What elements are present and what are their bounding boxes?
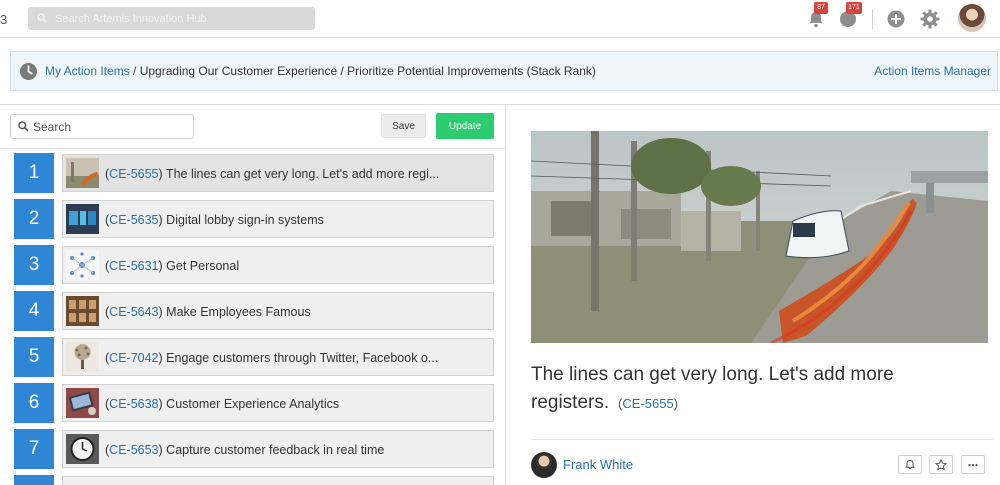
save-button[interactable]: Save [381,114,426,138]
rank-number[interactable]: 6 [14,383,54,423]
list-search[interactable] [10,114,194,139]
rank-number[interactable]: 7 [14,429,54,469]
list-divider [0,148,506,149]
breadcrumb-bar: My Action Items / Upgrading Our Customer… [10,51,998,91]
rank-row[interactable]: 5 (CE-7042) Engage customers through Twi… [14,337,494,377]
breadcrumb-current: Prioritize Potential Improvements (Stack… [347,64,596,78]
item-title: Get Personal [162,259,240,273]
item-label: (CE-5655) The lines can get very long. L… [105,167,439,181]
list-search-input[interactable] [33,115,189,138]
gear-icon [920,9,940,29]
detail-title: The lines can get very long. Let's add m… [531,361,971,418]
breadcrumb-separator: / [129,64,140,78]
rank-row[interactable]: 7 (CE-5653) Capture customer feedback in… [14,429,494,469]
detail-id-link[interactable]: CE-5655 [622,396,673,411]
item-title: Digital lobby sign-in systems [162,213,324,227]
rank-number[interactable]: 5 [14,337,54,377]
messages-button[interactable]: 171 [838,2,862,30]
settings-button[interactable] [919,8,941,30]
rank-row-partial[interactable] [14,475,494,485]
app-logo-fragment: 3 [0,12,8,27]
rank-number[interactable] [14,475,54,485]
item-id-link[interactable]: CE-5631 [109,259,158,273]
item-label: (CE-5638) Customer Experience Analytics [105,397,339,411]
item-label: (CE-5635) Digital lobby sign-in systems [105,213,324,227]
owner-divider [531,439,993,440]
item-thumbnail [66,204,99,234]
owner-name-link[interactable]: Frank White [563,457,633,472]
bell-outline-icon [904,459,916,470]
hero-image [531,131,988,343]
item-title: Capture customer feedback in real time [162,443,385,457]
follow-button[interactable] [898,455,922,474]
item-thumbnail [66,296,99,326]
item-label: (CE-5653) Capture customer feedback in r… [105,443,384,457]
create-button[interactable] [886,8,908,30]
rank-row[interactable]: 4 (CE-5643) Make Employees Famous [14,291,494,331]
item-label: (CE-5643) Make Employees Famous [105,305,311,319]
item-id-link[interactable]: CE-5643 [109,305,158,319]
item-title: Make Employees Famous [162,305,311,319]
item-label: (CE-5631) Get Personal [105,259,239,273]
rank-row[interactable]: 2 (CE-5635) Digital lobby sign-in system… [14,199,494,239]
rank-card[interactable] [62,476,494,485]
notifications-badge: 87 [814,2,828,14]
item-thumbnail [66,434,99,464]
rank-row[interactable]: 3 (CE-5631) Get Personal [14,245,494,285]
item-id-link[interactable]: CE-5653 [109,443,158,457]
item-thumbnail [66,388,99,418]
rank-row[interactable]: 1 (CE-5655) The lines can get very long.… [14,153,494,193]
more-actions-button[interactable] [961,455,985,474]
rank-card[interactable]: (CE-5635) Digital lobby sign-in systems [62,200,494,238]
detail-panel: The lines can get very long. Let's add m… [507,105,1000,485]
rank-card[interactable]: (CE-5638) Customer Experience Analytics [62,384,494,422]
action-items-manager-link[interactable]: Action Items Manager [874,64,991,78]
search-icon [37,13,47,23]
detail-id: (CE-5655) [614,396,678,411]
item-thumbnail [66,342,99,372]
item-title: The lines can get very long. Let's add m… [162,167,440,181]
rank-card[interactable]: (CE-5655) The lines can get very long. L… [62,154,494,192]
global-search-input[interactable] [55,7,305,30]
rank-number[interactable]: 3 [14,245,54,285]
item-title: Customer Experience Analytics [162,397,340,411]
breadcrumb-separator: / [337,64,348,78]
notifications-button[interactable]: 87 [806,2,828,30]
item-id-link[interactable]: CE-5635 [109,213,158,227]
rank-card[interactable]: (CE-7042) Engage customers through Twitt… [62,338,494,376]
item-label: (CE-7042) Engage customers through Twitt… [105,351,438,365]
item-id-link[interactable]: CE-7042 [109,351,158,365]
rank-number[interactable]: 2 [14,199,54,239]
item-title: Engage customers through Twitter, Facebo… [162,351,439,365]
item-id-link[interactable]: CE-5655 [109,167,158,181]
item-thumbnail [66,250,99,280]
item-thumbnail [66,158,99,188]
paren: ) [673,396,679,411]
topbar-divider [872,9,873,29]
user-avatar[interactable] [958,4,986,32]
search-icon [18,121,29,132]
clock-icon [19,62,38,81]
update-button[interactable]: Update [436,113,494,139]
rank-card[interactable]: (CE-5631) Get Personal [62,246,494,284]
top-bar: 3 87 171 [0,0,1000,38]
global-search[interactable] [28,7,315,30]
breadcrumb-level-2: Upgrading Our Customer Experience [139,64,338,78]
rank-card[interactable]: (CE-5643) Make Employees Famous [62,292,494,330]
more-icon [968,463,978,467]
detail-title-text: The lines can get very long. Let's add m… [531,364,894,413]
owner-avatar[interactable] [531,452,557,478]
breadcrumb: My Action Items / Upgrading Our Customer… [45,64,596,78]
favorite-button[interactable] [929,455,953,474]
stack-rank-panel: Save Update 1 (CE-5655) The lines can ge… [0,105,506,485]
star-icon [935,459,947,471]
rank-number[interactable]: 4 [14,291,54,331]
rank-row[interactable]: 6 (CE-5638) Customer Experience Analytic… [14,383,494,423]
item-id-link[interactable]: CE-5638 [109,397,158,411]
rank-card[interactable]: (CE-5653) Capture customer feedback in r… [62,430,494,468]
messages-badge: 171 [846,2,862,14]
plus-circle-icon [887,10,905,28]
rank-number[interactable]: 1 [14,153,54,193]
breadcrumb-my-action-items[interactable]: My Action Items [45,64,130,78]
